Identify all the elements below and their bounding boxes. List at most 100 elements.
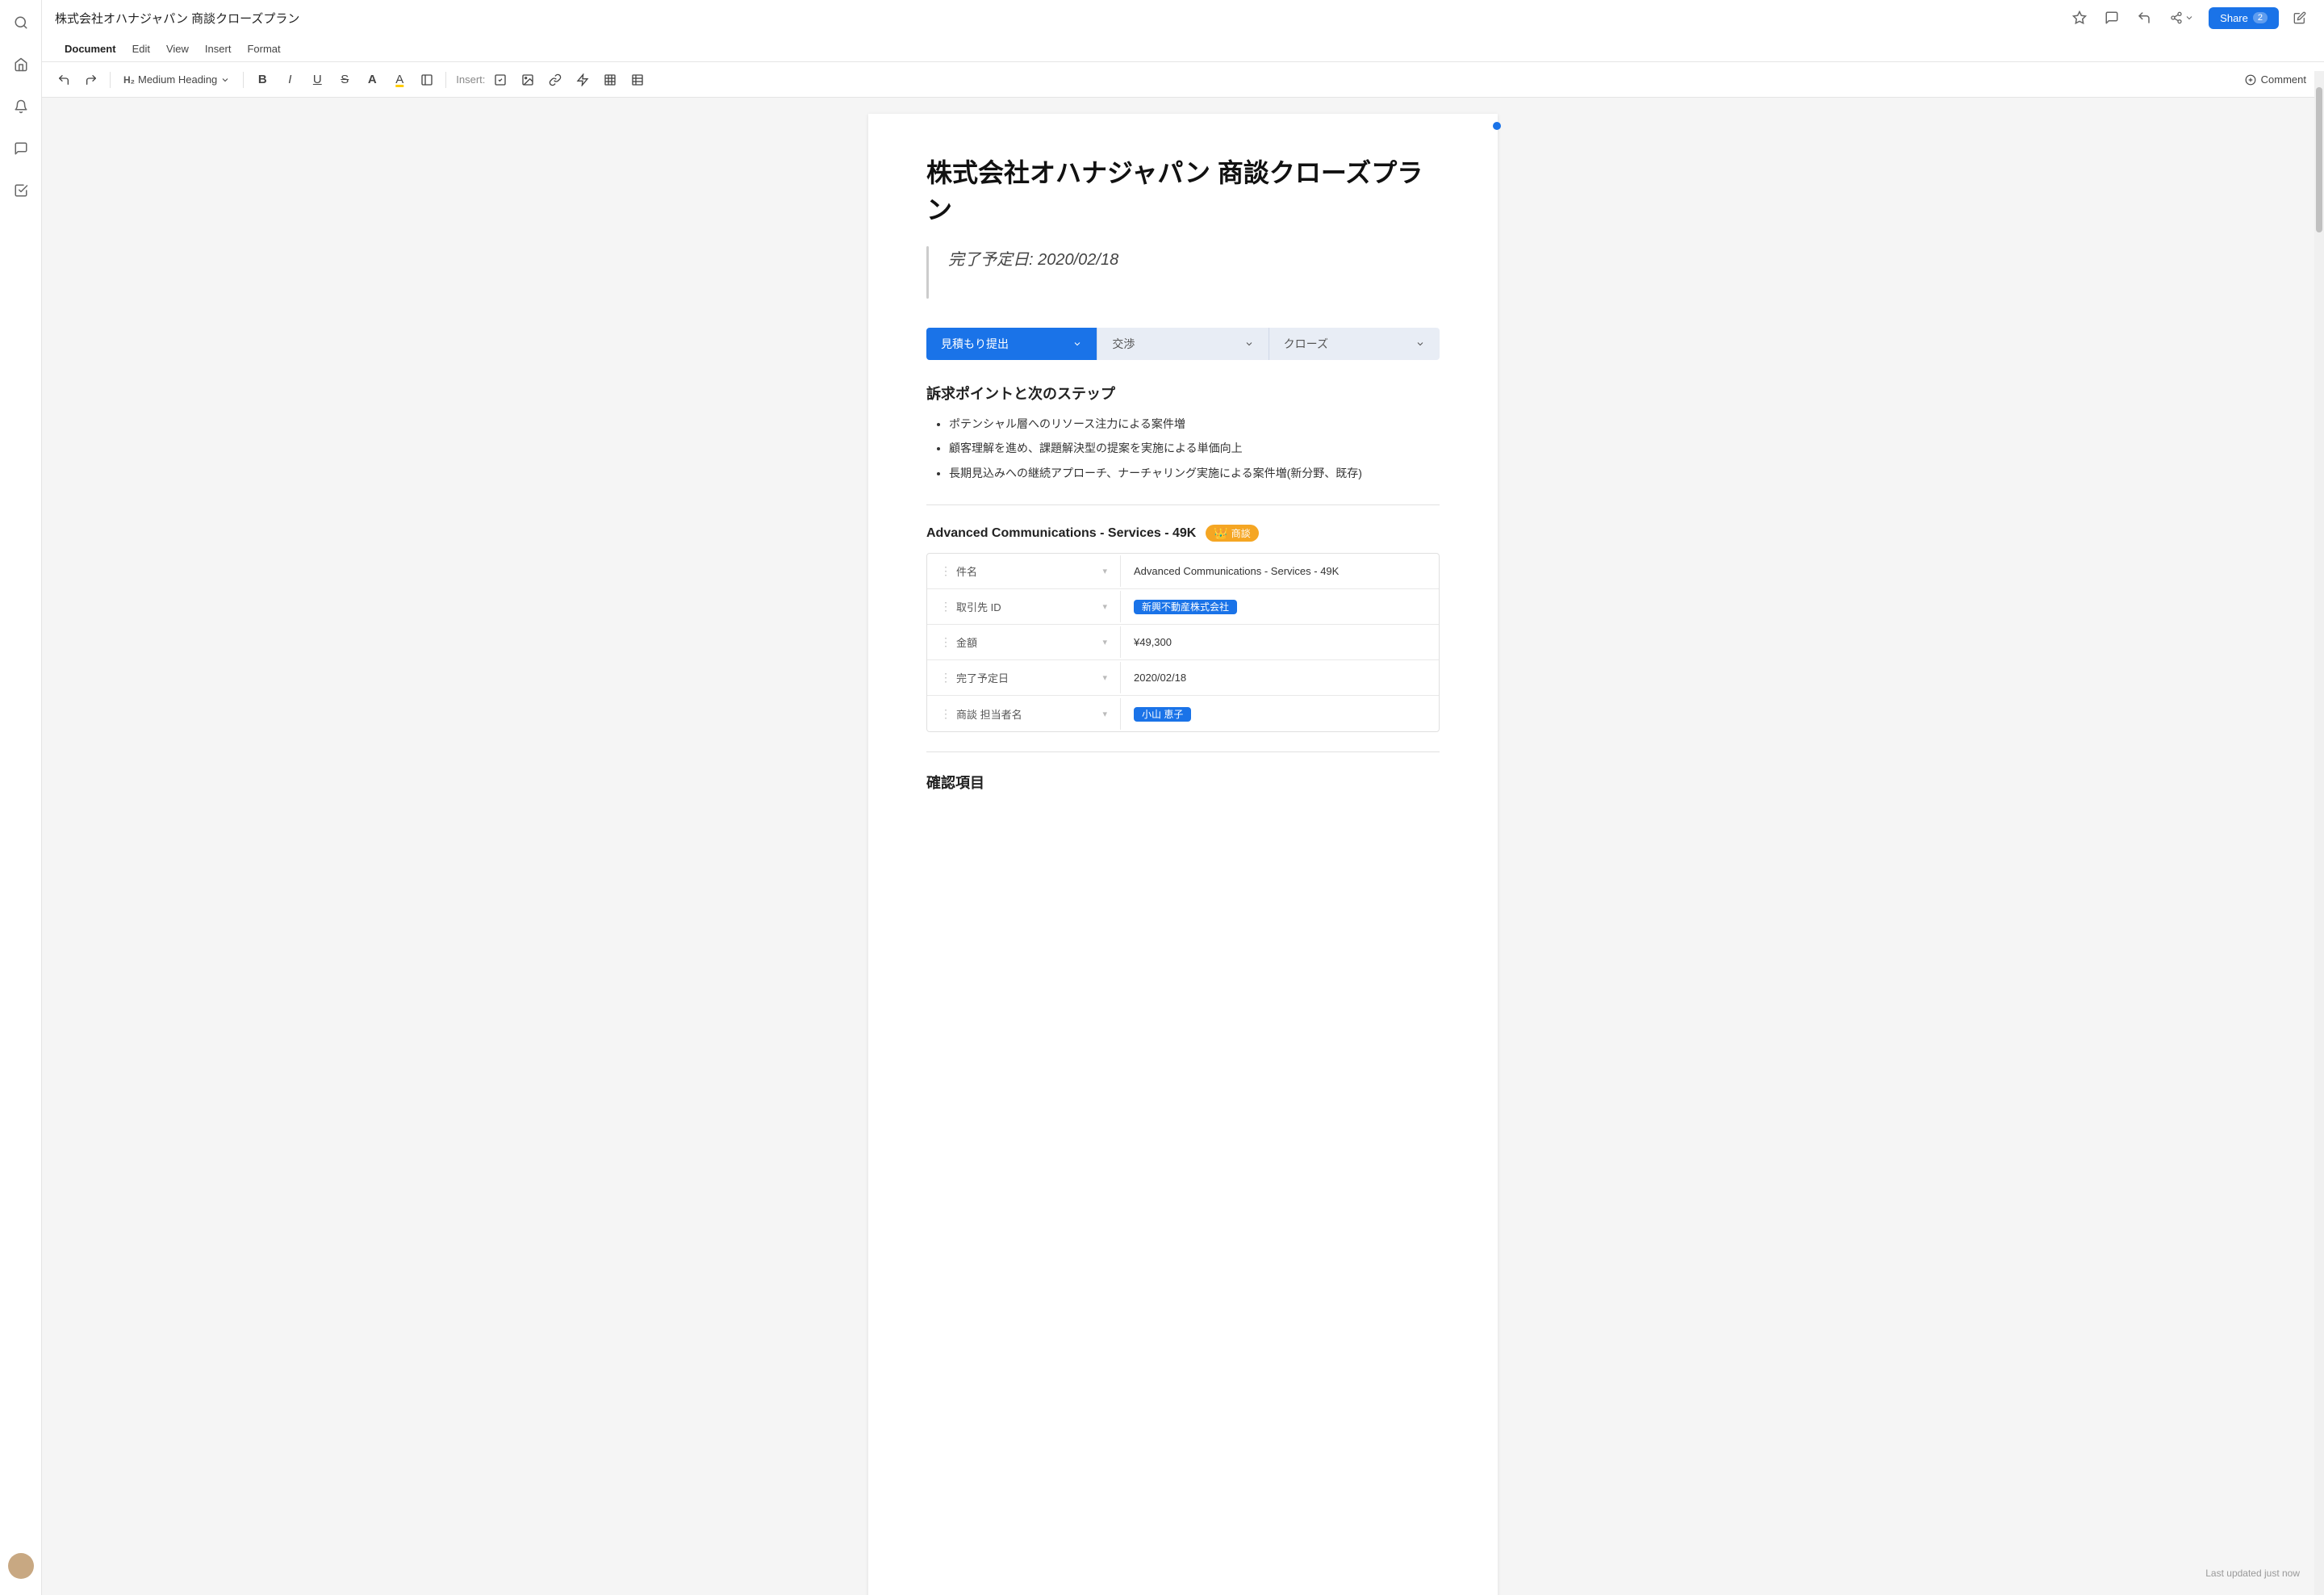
status-bar: 見積もり提出 交渉 クローズ (926, 328, 1440, 360)
undo-toolbar-button[interactable] (52, 68, 76, 92)
sidebar-search-icon[interactable] (8, 10, 34, 36)
drag-handle-subject: ⋮ (940, 564, 951, 578)
highlight-button[interactable]: A (387, 68, 412, 92)
table-row-account: ⋮ 取引先 ID ▾ 新興不動産株式会社 (927, 589, 1439, 625)
chevron-amount: ▾ (1102, 637, 1107, 647)
label-account: ⋮ 取引先 ID ▾ (927, 591, 1121, 622)
main-area: 株式会社オハナジャパン 商談クローズプラン Share 2 (42, 0, 2324, 1595)
main-title: 株式会社オハナジャパン 商談クローズプラン (926, 153, 1440, 227)
link-insert-button[interactable] (543, 68, 567, 92)
last-updated: Last updated just now (2205, 1568, 2300, 1579)
value-account: 新興不動産株式会社 (1121, 592, 1439, 622)
share-label: Share (2220, 12, 2248, 24)
top-bar-actions: Share 2 (2068, 6, 2311, 29)
blue-dot-indicator (1493, 122, 1501, 130)
status-label-quotation: 見積もり提出 (941, 336, 1009, 352)
underline-button[interactable]: U (305, 68, 329, 92)
menu-bar: Document Edit View Insert Format (55, 36, 2311, 61)
scrollbar-thumb[interactable] (2316, 87, 2322, 232)
undo-icon[interactable] (2133, 6, 2155, 29)
bullet-item-1: ポテンシャル層へのリソース注力による案件増 (949, 415, 1440, 433)
sidebar-home-icon[interactable] (8, 52, 34, 77)
italic-button[interactable]: I (278, 68, 302, 92)
drag-handle-close-date: ⋮ (940, 671, 951, 684)
star-icon[interactable] (2068, 6, 2091, 29)
chevron-close-date: ▾ (1102, 672, 1107, 683)
section-divider-1 (926, 504, 1440, 505)
bullet-list: ポテンシャル層へのリソース注力による案件増 顧客理解を進め、課題解決型の提案を実… (926, 415, 1440, 482)
share-dropdown-icon[interactable] (2165, 6, 2199, 29)
label-close-date: ⋮ 完了予定日 ▾ (927, 662, 1121, 693)
label-subject: ⋮ 件名 ▾ (927, 555, 1121, 587)
table-row-amount: ⋮ 金額 ▾ ¥49,300 (927, 625, 1439, 660)
card-badge: 👑 商談 (1206, 525, 1258, 542)
completion-date: 完了予定日: 2020/02/18 (935, 246, 1118, 270)
toolbar: H₂ Medium Heading B I U S A A Insert: (42, 62, 2324, 98)
status-item-quotation[interactable]: 見積もり提出 (926, 328, 1097, 360)
section-title-1: 訴求ポイントと次のステップ (926, 383, 1440, 404)
toolbar-divider-3 (445, 72, 446, 88)
table-alt-button[interactable] (598, 68, 622, 92)
section-divider-2 (926, 751, 1440, 752)
account-link[interactable]: 新興不動産株式会社 (1134, 600, 1237, 614)
heading-selector[interactable]: H₂ Medium Heading (117, 70, 236, 89)
card-title: Advanced Communications - Services - 49K (926, 526, 1196, 541)
value-subject: Advanced Communications - Services - 49K (1121, 557, 1439, 585)
status-item-negotiation[interactable]: 交渉 (1097, 328, 1268, 360)
menu-edit[interactable]: Edit (126, 40, 157, 58)
embed-button[interactable] (415, 68, 439, 92)
menu-view[interactable]: View (160, 40, 195, 58)
chevron-account: ▾ (1102, 601, 1107, 612)
comment-label: Comment (2261, 73, 2306, 86)
menu-document[interactable]: Document (58, 40, 123, 58)
top-bar: 株式会社オハナジャパン 商談クローズプラン Share 2 (42, 0, 2324, 62)
sidebar-chat-icon[interactable] (8, 136, 34, 161)
sidebar-bell-icon[interactable] (8, 94, 34, 119)
heading-label: Medium Heading (138, 73, 217, 86)
label-amount: ⋮ 金額 ▾ (927, 626, 1121, 658)
bullet-item-3: 長期見込みへの継続アプローチ、ナーチャリング実施による案件増(新分野、既存) (949, 464, 1440, 482)
font-color-button[interactable]: A (360, 68, 384, 92)
sidebar (0, 0, 42, 1595)
sidebar-check-icon[interactable] (8, 178, 34, 203)
checkbox-insert-button[interactable] (488, 68, 512, 92)
drag-handle-amount: ⋮ (940, 635, 951, 649)
bold-button[interactable]: B (250, 68, 274, 92)
value-owner: 小山 恵子 (1121, 699, 1439, 729)
insert-label: Insert: (456, 73, 485, 86)
redo-toolbar-button[interactable] (79, 68, 103, 92)
user-avatar[interactable] (8, 1553, 34, 1579)
toolbar-divider-2 (243, 72, 244, 88)
table-button[interactable] (625, 68, 650, 92)
scrollbar[interactable] (2314, 71, 2324, 1595)
content-area: 株式会社オハナジャパン 商談クローズプラン 完了予定日: 2020/02/18 … (42, 98, 2324, 1595)
status-label-negotiation: 交渉 (1112, 336, 1135, 352)
add-comment-button[interactable]: Comment (2237, 70, 2314, 89)
chevron-subject: ▾ (1102, 566, 1107, 576)
drag-handle-owner: ⋮ (940, 707, 951, 721)
menu-insert[interactable]: Insert (199, 40, 238, 58)
flash-button[interactable] (571, 68, 595, 92)
drag-handle-account: ⋮ (940, 600, 951, 613)
table-row-owner: ⋮ 商談 担当者名 ▾ 小山 恵子 (927, 696, 1439, 731)
share-button[interactable]: Share 2 (2209, 7, 2279, 29)
data-table: ⋮ 件名 ▾ Advanced Communications - Service… (926, 553, 1440, 732)
section-title-2: 確認項目 (926, 772, 1440, 793)
table-row-close-date: ⋮ 完了予定日 ▾ 2020/02/18 (927, 660, 1439, 696)
image-insert-button[interactable] (516, 68, 540, 92)
value-close-date: 2020/02/18 (1121, 664, 1439, 692)
document-page: 株式会社オハナジャパン 商談クローズプラン 完了予定日: 2020/02/18 … (868, 114, 1498, 1595)
status-item-close[interactable]: クローズ (1269, 328, 1440, 360)
toolbar-divider-1 (110, 72, 111, 88)
label-owner: ⋮ 商談 担当者名 ▾ (927, 698, 1121, 730)
table-row-subject: ⋮ 件名 ▾ Advanced Communications - Service… (927, 554, 1439, 589)
share-count: 2 (2253, 12, 2268, 23)
edit-pencil-icon[interactable] (2288, 6, 2311, 29)
comment-circle-icon[interactable] (2100, 6, 2123, 29)
value-amount: ¥49,300 (1121, 628, 1439, 656)
doc-title: 株式会社オハナジャパン 商談クローズプラン (55, 10, 299, 27)
owner-link[interactable]: 小山 恵子 (1134, 707, 1191, 722)
menu-format[interactable]: Format (240, 40, 286, 58)
chevron-owner: ▾ (1102, 709, 1107, 719)
strikethrough-button[interactable]: S (332, 68, 357, 92)
